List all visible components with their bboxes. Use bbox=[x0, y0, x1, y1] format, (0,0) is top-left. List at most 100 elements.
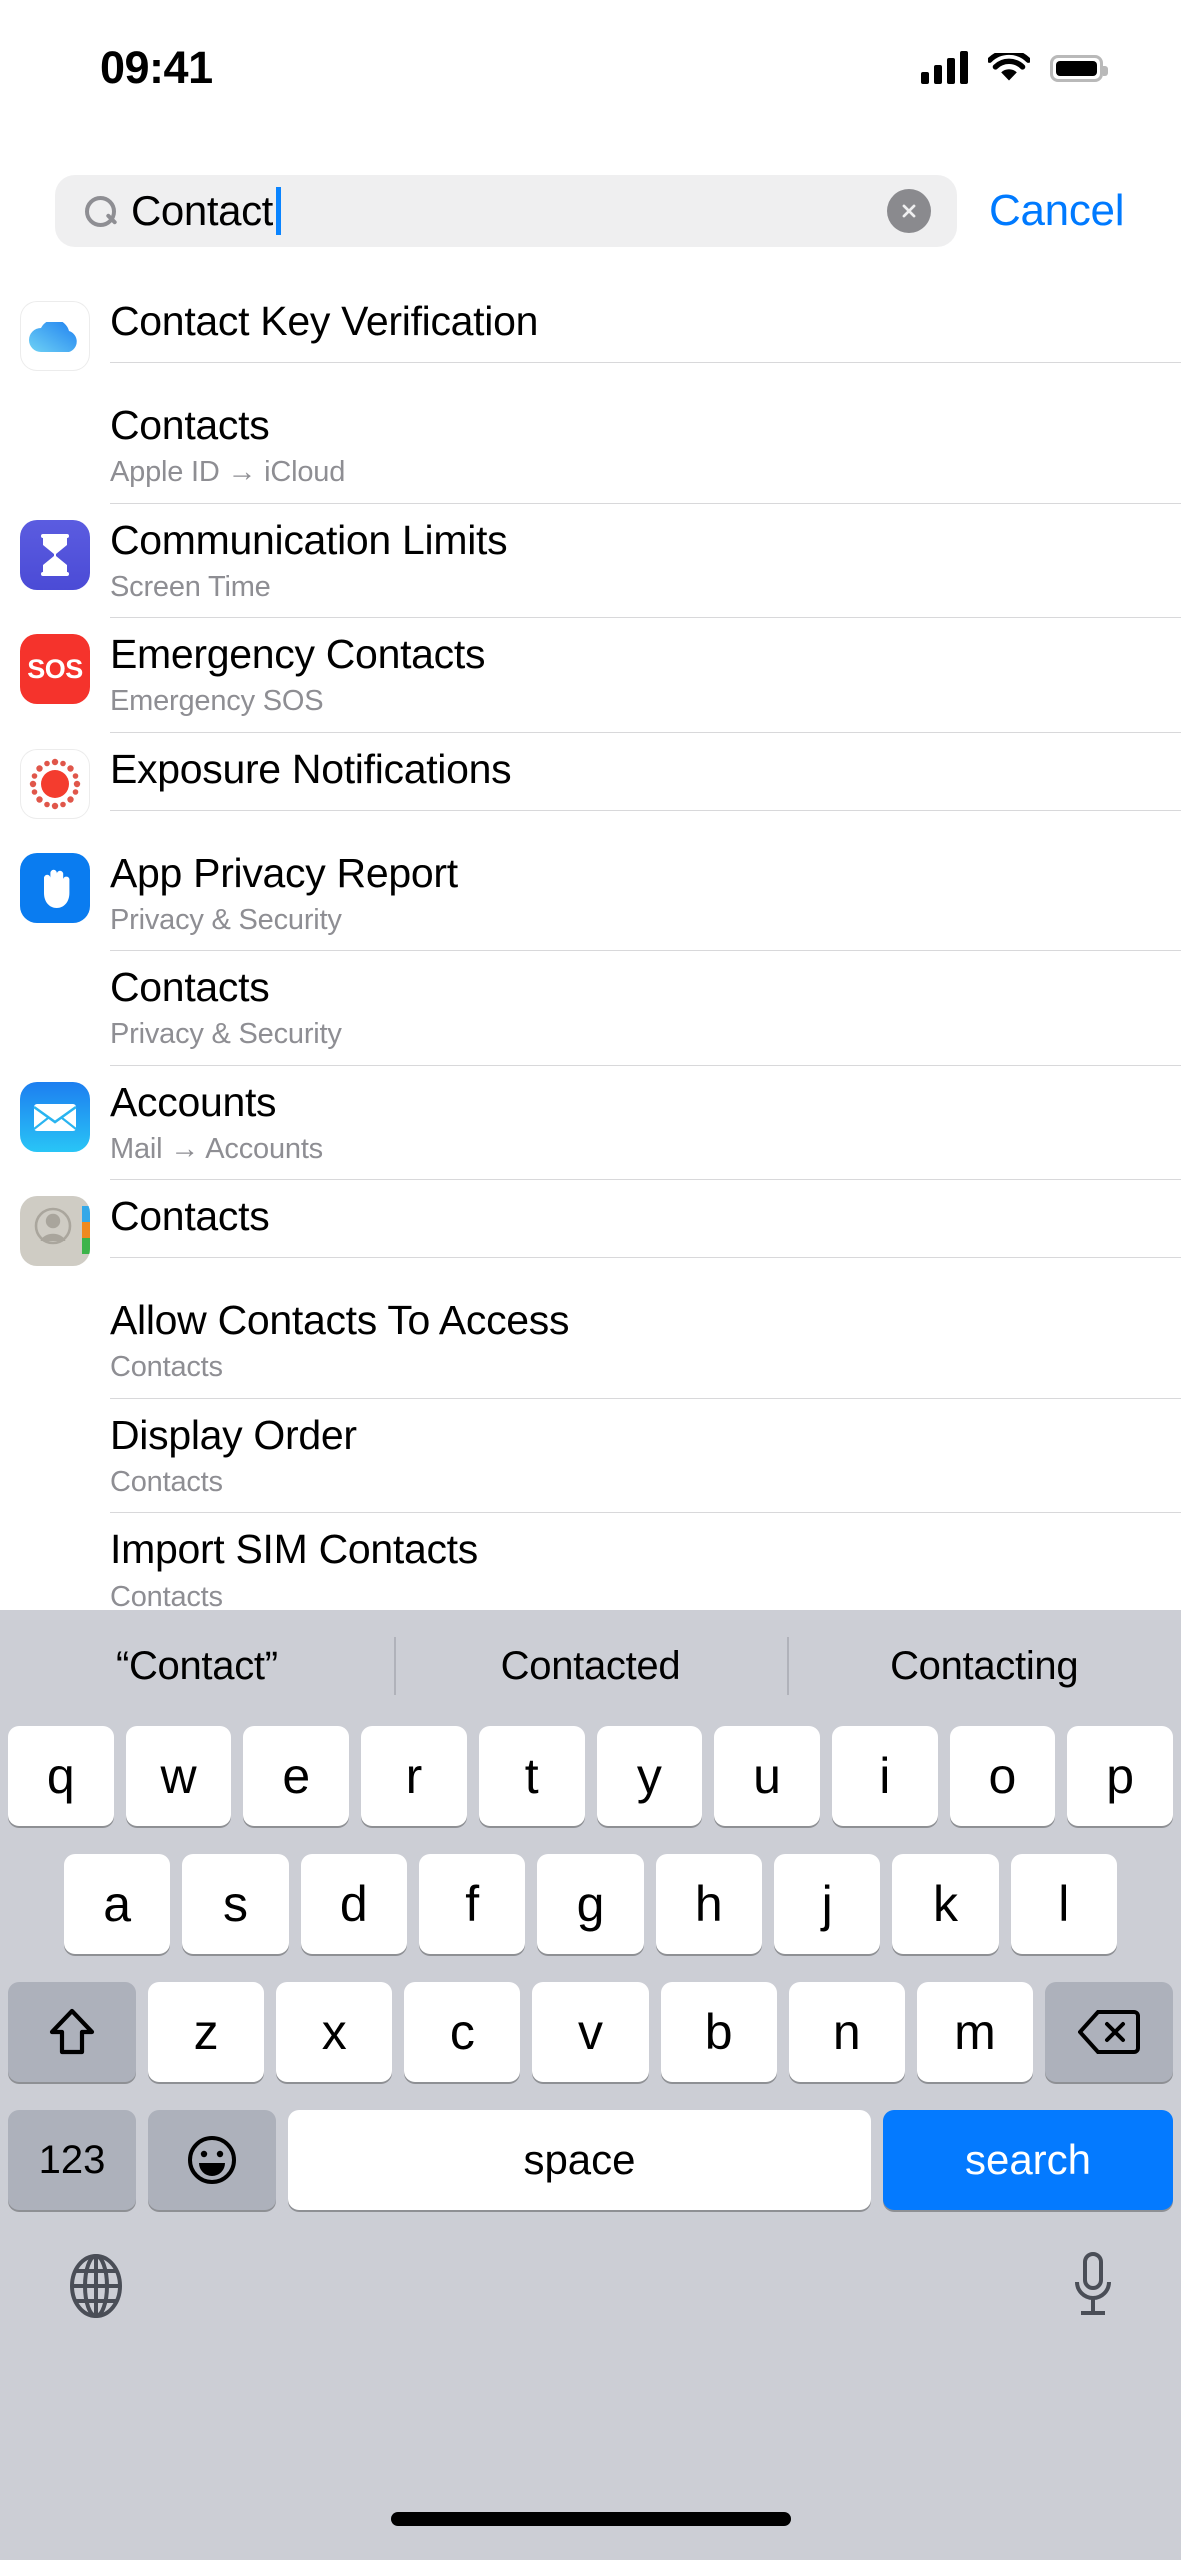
list-item-subtitle: Emergency SOS bbox=[110, 685, 324, 718]
keyboard-bottom-bar bbox=[0, 2228, 1181, 2348]
list-item-subtitle: Apple ID → iCloud bbox=[110, 456, 346, 489]
onscreen-keyboard: “Contact” Contacted Contacting q w e r t… bbox=[0, 1610, 1181, 2560]
status-bar: 09:41 bbox=[0, 0, 1181, 118]
list-item[interactable]: Communication Limits Screen Time bbox=[0, 504, 1181, 619]
key-i[interactable]: i bbox=[831, 1726, 938, 1826]
list-item-title: Contact Key Verification bbox=[110, 298, 539, 344]
key-k[interactable]: k bbox=[892, 1854, 999, 1954]
iphone-screen: 09:41 Contact Cancel Contact Key Verific… bbox=[0, 0, 1181, 2560]
list-item[interactable]: Contact Key Verification bbox=[0, 285, 1181, 389]
list-item[interactable]: Import SIM Contacts Contacts bbox=[0, 1513, 1181, 1610]
status-bar-clock: 09:41 bbox=[100, 42, 213, 93]
keyboard-row-1: q w e r t y u i o p bbox=[0, 1722, 1181, 1830]
key-t[interactable]: t bbox=[478, 1726, 585, 1826]
key-h[interactable]: h bbox=[655, 1854, 762, 1954]
search-results-list[interactable]: Contact Key Verification Contacts Apple … bbox=[0, 285, 1181, 1610]
key-q[interactable]: q bbox=[7, 1726, 114, 1826]
search-icon bbox=[83, 194, 117, 228]
suggestion-2[interactable]: Contacting bbox=[787, 1644, 1181, 1689]
wifi-icon bbox=[988, 52, 1030, 80]
list-item[interactable]: Accounts Mail → Accounts bbox=[0, 1066, 1181, 1181]
list-item-subtitle: Mail → Accounts bbox=[110, 1132, 323, 1165]
key-f[interactable]: f bbox=[419, 1854, 526, 1954]
key-r[interactable]: r bbox=[361, 1726, 467, 1826]
backspace-delete-icon[interactable] bbox=[1044, 1982, 1173, 2082]
list-item-subtitle: Contacts bbox=[110, 1465, 223, 1498]
home-indicator bbox=[390, 2512, 791, 2526]
list-item[interactable]: Contacts bbox=[0, 1180, 1181, 1284]
key-l[interactable]: l bbox=[1010, 1854, 1117, 1954]
list-item-title: Communication Limits bbox=[110, 516, 508, 563]
list-item-title: Emergency Contacts bbox=[110, 631, 486, 678]
space-key[interactable]: space bbox=[288, 2110, 871, 2210]
clear-circle-icon[interactable] bbox=[887, 189, 931, 233]
list-item[interactable]: SOS Emergency Contacts Emergency SOS bbox=[0, 618, 1181, 733]
icon-placeholder bbox=[20, 405, 90, 475]
icon-placeholder bbox=[20, 1300, 90, 1370]
key-j[interactable]: j bbox=[773, 1854, 881, 1954]
key-e[interactable]: e bbox=[243, 1726, 350, 1826]
battery-full-icon bbox=[1050, 54, 1108, 82]
screen-time-icon bbox=[20, 519, 90, 590]
key-m[interactable]: m bbox=[916, 1982, 1033, 2082]
list-item-title: Accounts bbox=[110, 1078, 277, 1125]
key-w[interactable]: w bbox=[125, 1726, 232, 1826]
key-n[interactable]: n bbox=[788, 1982, 905, 2082]
list-item[interactable]: Contacts Apple ID → iCloud bbox=[0, 389, 1181, 504]
sos-icon: SOS bbox=[20, 634, 90, 705]
key-u[interactable]: u bbox=[714, 1726, 820, 1826]
cancel-button[interactable]: Cancel bbox=[989, 186, 1124, 236]
list-item-title: Import SIM Contacts bbox=[110, 1526, 478, 1573]
list-item-subtitle: Privacy & Security bbox=[110, 903, 342, 936]
globe-language-icon[interactable] bbox=[62, 2252, 130, 2325]
list-item-title: Contacts bbox=[110, 1193, 270, 1240]
list-item-subtitle: Screen Time bbox=[110, 570, 271, 603]
search-input-value: Contact bbox=[131, 187, 273, 234]
cellular-signal-icon bbox=[921, 51, 968, 84]
search-return-key[interactable]: search bbox=[883, 2110, 1173, 2210]
numbers-key[interactable]: 123 bbox=[8, 2110, 136, 2210]
key-o[interactable]: o bbox=[949, 1726, 1056, 1826]
list-item[interactable]: Exposure Notifications bbox=[0, 733, 1181, 837]
list-item-title: Exposure Notifications bbox=[110, 745, 512, 792]
key-d[interactable]: d bbox=[300, 1854, 407, 1954]
list-item-title: App Privacy Report bbox=[110, 849, 458, 896]
status-bar-indicators bbox=[921, 34, 1108, 84]
key-p[interactable]: p bbox=[1067, 1726, 1174, 1826]
key-b[interactable]: b bbox=[660, 1982, 777, 2082]
list-item[interactable]: Allow Contacts To Access Contacts bbox=[0, 1284, 1181, 1399]
list-item-title: Allow Contacts To Access bbox=[110, 1297, 570, 1344]
microphone-icon[interactable] bbox=[1067, 2250, 1119, 2327]
list-item-title: Contacts bbox=[110, 402, 270, 448]
icon-placeholder bbox=[20, 1415, 90, 1485]
key-v[interactable]: v bbox=[532, 1982, 649, 2082]
predictive-suggestion-bar: “Contact” Contacted Contacting bbox=[0, 1610, 1181, 1722]
keyboard-row-2: a s d f g h j k l bbox=[0, 1850, 1181, 1958]
list-item-subtitle: Privacy & Security bbox=[110, 1018, 342, 1051]
list-item[interactable]: Contacts Privacy & Security bbox=[0, 951, 1181, 1066]
key-g[interactable]: g bbox=[537, 1854, 644, 1954]
mail-icon bbox=[20, 1081, 90, 1152]
key-x[interactable]: x bbox=[276, 1982, 393, 2082]
search-input[interactable]: Contact bbox=[55, 175, 957, 247]
key-a[interactable]: a bbox=[64, 1854, 171, 1954]
emoji-smiley-icon[interactable] bbox=[148, 2110, 276, 2210]
key-c[interactable]: c bbox=[404, 1982, 521, 2082]
keyboard-row-3: z x c v b n m bbox=[0, 1978, 1181, 2086]
icon-placeholder bbox=[20, 967, 90, 1037]
shift-arrow-icon[interactable] bbox=[8, 1982, 136, 2082]
icloud-icon bbox=[20, 301, 90, 371]
icon-placeholder bbox=[20, 1529, 90, 1599]
privacy-hand-icon bbox=[20, 852, 90, 923]
list-item-title: Display Order bbox=[110, 1411, 357, 1458]
exposure-notifications-icon bbox=[20, 748, 90, 819]
key-y[interactable]: y bbox=[596, 1726, 703, 1826]
list-item-subtitle: Contacts bbox=[110, 1351, 223, 1384]
key-z[interactable]: z bbox=[148, 1982, 265, 2082]
suggestion-1[interactable]: Contacted bbox=[394, 1644, 788, 1689]
list-item-title: Contacts bbox=[110, 964, 270, 1011]
key-s[interactable]: s bbox=[182, 1854, 289, 1954]
list-item[interactable]: Display Order Contacts bbox=[0, 1399, 1181, 1514]
suggestion-0[interactable]: “Contact” bbox=[0, 1644, 394, 1689]
list-item[interactable]: App Privacy Report Privacy & Security bbox=[0, 837, 1181, 952]
